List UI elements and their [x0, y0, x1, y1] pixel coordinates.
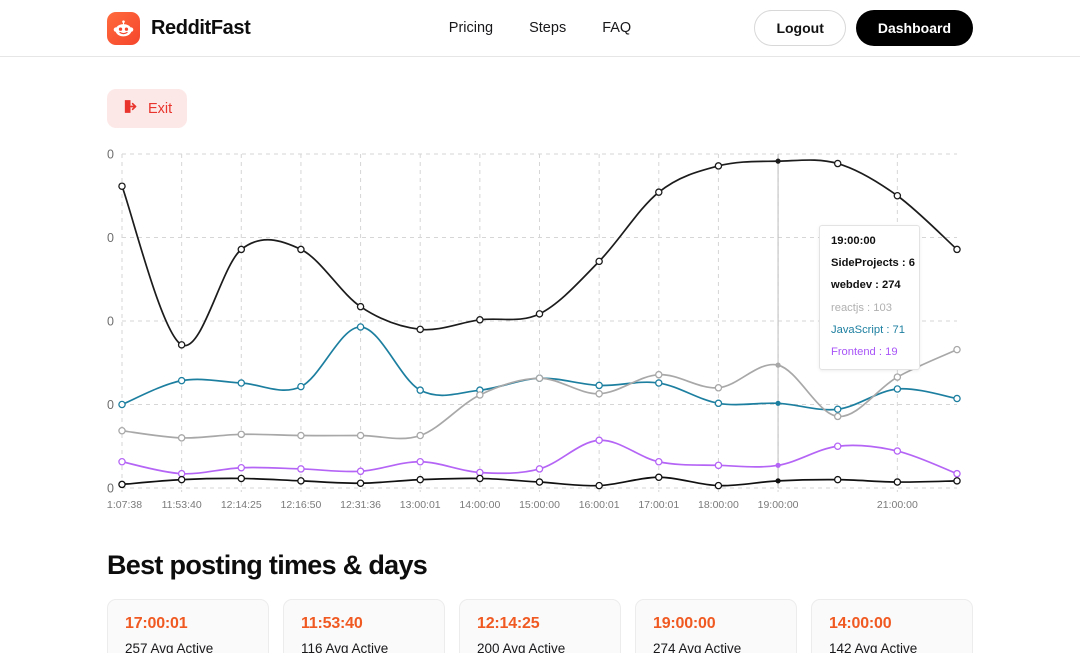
svg-text:16:00:01: 16:00:01 [579, 499, 620, 511]
tooltip-row-frontend: Frontend : 19 [831, 346, 898, 359]
tooltip-row-reactjs: reactjs : 103 [831, 301, 892, 314]
nav-item-faq[interactable]: FAQ [602, 20, 631, 36]
best-time-card[interactable]: 19:00:00 274 Avg Active Users [635, 599, 797, 653]
svg-text:0: 0 [107, 482, 114, 496]
best-times-title: Best posting times & days [107, 550, 428, 580]
main-content: Exit 0 70 140 210 280 11:07:38 11:53:40 12:14:2… [0, 57, 1080, 653]
best-time-card[interactable]: 11:53:40 116 Avg Active Users [283, 599, 445, 653]
svg-text:14:00:00: 14:00:00 [459, 499, 500, 511]
svg-text:12:14:25: 12:14:25 [221, 499, 262, 511]
svg-text:19:00:00: 19:00:00 [758, 499, 799, 511]
svg-text:13:00:01: 13:00:01 [400, 499, 441, 511]
svg-text:70: 70 [107, 398, 114, 412]
tooltip-row-webdev: webdev : 274 [831, 279, 901, 292]
best-time-users: 274 Avg Active Users [653, 641, 742, 653]
svg-text:280: 280 [107, 148, 114, 162]
exit-button[interactable]: Exit [107, 89, 188, 128]
best-time-users: 116 Avg Active Users [301, 641, 389, 653]
best-time-card[interactable]: 12:14:25 200 Avg Active Users [459, 599, 621, 653]
svg-text:15:00:00: 15:00:00 [519, 499, 560, 511]
best-time-value: 11:53:40 [301, 615, 363, 632]
svg-text:17:00:01: 17:00:01 [638, 499, 679, 511]
brand[interactable]: RedditFast [107, 11, 251, 45]
svg-text:140: 140 [107, 315, 114, 329]
svg-text:12:16:50: 12:16:50 [280, 499, 321, 511]
svg-text:11:07:38: 11:07:38 [107, 499, 142, 511]
tooltip-row-javascript: JavaScript : 71 [831, 323, 905, 336]
svg-text:12:31:36: 12:31:36 [340, 499, 381, 511]
svg-text:18:00:00: 18:00:00 [698, 499, 739, 511]
site-header: RedditFast Pricing Steps FAQ Logout Dash… [0, 0, 1080, 57]
brand-name: RedditFast [151, 16, 251, 39]
svg-text:21:00:00: 21:00:00 [877, 499, 918, 511]
best-time-value: 14:00:00 [829, 615, 892, 632]
best-time-value: 12:14:25 [477, 615, 540, 632]
best-time-users: 257 Avg Active Users [125, 641, 214, 653]
exit-button-label: Exit [148, 100, 173, 117]
svg-text:210: 210 [107, 231, 114, 245]
activity-chart[interactable]: 0 70 140 210 280 11:07:38 11:53:40 12:14:25 12:1… [107, 146, 987, 516]
chart-tooltip: 19:00:00 SideProjects : 6 webdev : 274 r… [819, 225, 920, 371]
svg-text:11:53:40: 11:53:40 [162, 499, 202, 511]
nav-item-pricing[interactable]: Pricing [449, 20, 493, 36]
header-actions: Logout Dashboard [754, 10, 973, 46]
tooltip-row-sideprojects: SideProjects : 6 [831, 257, 915, 270]
dashboard-button[interactable]: Dashboard [855, 10, 973, 46]
best-time-users: 200 Avg Active Users [477, 641, 566, 653]
best-time-value: 19:00:00 [653, 615, 716, 632]
reddit-robot-icon [107, 11, 140, 45]
best-time-value: 17:00:01 [125, 615, 188, 632]
best-times-cards: 17:00:01 257 Avg Active Users 11:53:40 1… [107, 599, 973, 653]
tooltip-time: 19:00:00 [831, 235, 876, 247]
logout-arrow-icon [122, 98, 139, 119]
best-time-users: 142 Avg Active Users [829, 641, 918, 653]
best-time-card[interactable]: 14:00:00 142 Avg Active Users [811, 599, 973, 653]
nav-item-steps[interactable]: Steps [529, 20, 566, 36]
best-time-card[interactable]: 17:00:01 257 Avg Active Users [107, 599, 269, 653]
logout-button[interactable]: Logout [754, 10, 846, 46]
